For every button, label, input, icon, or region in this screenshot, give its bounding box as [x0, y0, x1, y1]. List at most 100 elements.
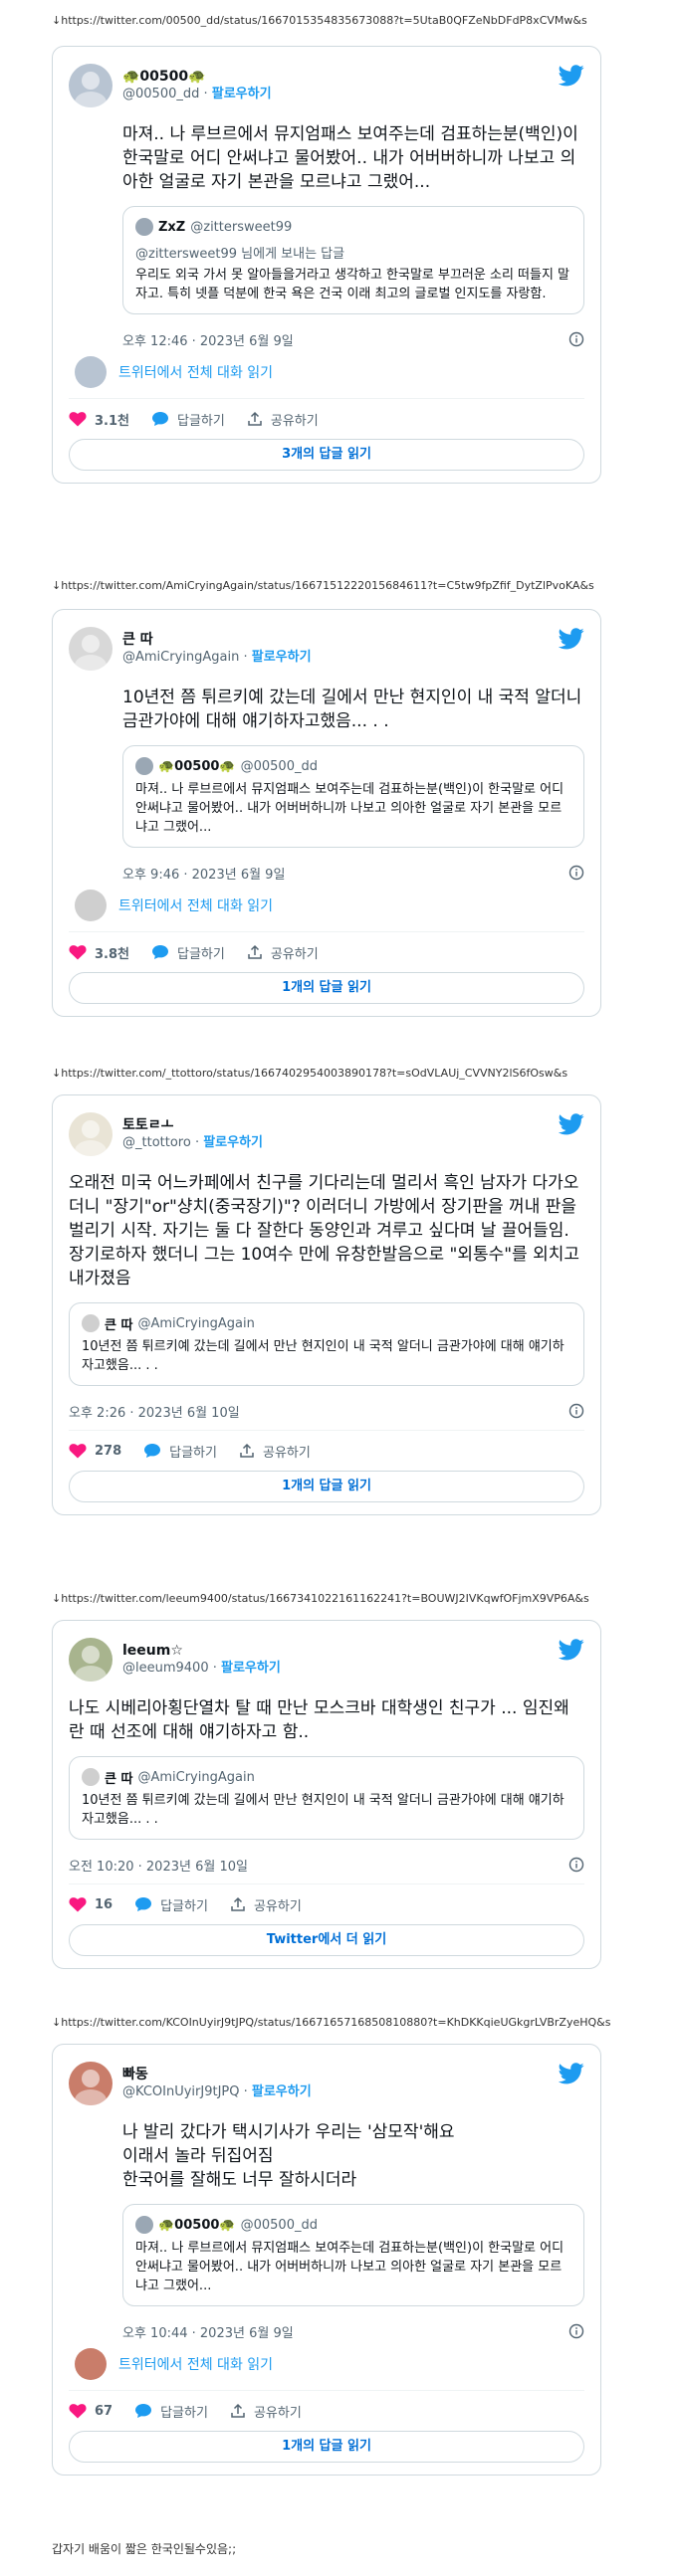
share-button[interactable]: 공유하기 — [239, 1442, 311, 1461]
user-handle[interactable]: @KCOInUyirJ9tJPQ — [122, 2084, 239, 2099]
read-replies-button[interactable]: 1개의 답글 읽기 — [69, 1471, 584, 1502]
tweet-url[interactable]: ↓https://twitter.com/leeum9400/status/16… — [52, 1592, 589, 1605]
avatar[interactable] — [69, 2062, 113, 2105]
reply-bubble-icon — [152, 412, 168, 426]
twitter-bird-icon[interactable] — [559, 628, 584, 650]
reply-button[interactable]: 답글하기 — [134, 1895, 208, 1914]
reply-bubble-icon — [152, 945, 168, 959]
tweet-url[interactable]: ↓https://twitter.com/_ttottoro/status/16… — [52, 1067, 567, 1080]
reply-label: 답글하기 — [177, 413, 225, 429]
display-name[interactable]: 큰 따 — [122, 631, 312, 649]
footer-caption: 갑자기 배움이 짧은 한국인될수있음;; — [52, 2542, 237, 2556]
quoted-tweet[interactable]: 큰 따 @AmiCryingAgain 10년전 쯤 튀르키예 갔는데 길에서 만… — [69, 1756, 584, 1840]
tweet-card: 🐢00500🐢 @00500_dd · 팔로우하기 마져.. 나 루브르에서 뮤… — [52, 46, 601, 484]
reply-label: 답글하기 — [169, 1445, 217, 1461]
quoted-text: 마져.. 나 루브르에서 뮤지엄패스 보여주는데 검표하는분(백인)이 한국말로… — [135, 2241, 565, 2293]
tweet-card: 토토ㄹㅗ @_ttottoro · 팔로우하기 오래전 미국 어느카페에서 친구… — [52, 1094, 601, 1515]
twitter-bird-icon[interactable] — [559, 2063, 584, 2084]
read-replies-button[interactable]: 1개의 답글 읽기 — [69, 972, 584, 1004]
user-handle[interactable]: @00500_dd — [122, 87, 199, 101]
user-handle[interactable]: @_ttottoro — [122, 1135, 191, 1150]
like-button[interactable]: 278 — [69, 1443, 121, 1459]
quoted-tweet[interactable]: ZxZ @zittersweet99 @zittersweet99 님에게 보내는… — [122, 206, 584, 314]
quoted-tweet[interactable]: 🐢00500🐢 @00500_dd 마져.. 나 루브르에서 뮤지엄패스 보여주는… — [122, 745, 584, 848]
info-icon[interactable] — [568, 331, 584, 347]
avatar — [135, 757, 153, 775]
display-name[interactable]: leeum☆ — [122, 1642, 281, 1660]
thread-link-label: 트위터에서 전체 대화 읽기 — [118, 898, 274, 914]
share-button[interactable]: 공유하기 — [247, 410, 319, 429]
reply-button[interactable]: 답글하기 — [134, 2402, 208, 2421]
avatar[interactable] — [69, 627, 113, 671]
twitter-bird-icon[interactable] — [559, 65, 584, 87]
read-replies-button[interactable]: 3개의 답글 읽기 — [69, 439, 584, 471]
info-icon[interactable] — [568, 1857, 584, 1873]
share-label: 공유하기 — [253, 2405, 302, 2421]
info-icon[interactable] — [568, 2323, 584, 2339]
share-label: 공유하기 — [270, 413, 319, 429]
follow-button[interactable]: 팔로우하기 — [252, 2084, 312, 2099]
share-icon — [231, 1896, 245, 1911]
like-button[interactable]: 16 — [69, 1896, 113, 1912]
tweet-url[interactable]: ↓https://twitter.com/00500_dd/status/166… — [52, 14, 587, 27]
avatar[interactable] — [69, 64, 113, 107]
timestamp[interactable]: 오전 10:20 · 2023년 6월 10일 — [69, 1856, 248, 1875]
like-button[interactable]: 67 — [69, 2403, 113, 2419]
share-button[interactable]: 공유하기 — [230, 1895, 302, 1914]
quoted-handle: @AmiCryingAgain — [137, 1315, 255, 1331]
share-button[interactable]: 공유하기 — [247, 943, 319, 962]
thread-link-label: 트위터에서 전체 대화 읽기 — [118, 365, 274, 381]
tweet-url[interactable]: ↓https://twitter.com/AmiCryingAgain/stat… — [52, 579, 594, 592]
user-handle[interactable]: @AmiCryingAgain — [122, 650, 239, 665]
tweet-text: 마져.. 나 루브르에서 뮤지엄패스 보여주는데 검표하는분(백인)이 한국말로… — [122, 124, 578, 192]
share-icon — [248, 411, 262, 426]
quoted-handle: @00500_dd — [240, 758, 318, 774]
timestamp[interactable]: 오후 9:46 · 2023년 6월 9일 — [122, 864, 285, 883]
display-name[interactable]: 토토ㄹㅗ — [122, 1116, 263, 1134]
avatar — [75, 356, 107, 388]
read-conversation-link[interactable]: 트위터에서 전체 대화 읽기 — [69, 886, 584, 925]
tweet-text: 오래전 미국 어느카페에서 친구를 기다리는데 멀리서 흑인 남자가 다가오더니… — [69, 1173, 580, 1288]
info-icon[interactable] — [568, 1403, 584, 1419]
timestamp[interactable]: 오후 12:46 · 2023년 6월 9일 — [122, 330, 294, 349]
heart-icon — [69, 1897, 87, 1912]
quoted-tweet[interactable]: 큰 따 @AmiCryingAgain 10년전 쯤 튀르키예 갔는데 길에서 만… — [69, 1302, 584, 1386]
follow-button[interactable]: 팔로우하기 — [212, 87, 272, 101]
display-name[interactable]: 빠동 — [122, 2066, 312, 2083]
read-more-twitter-button[interactable]: Twitter에서 더 읽기 — [69, 1924, 584, 1956]
quoted-handle: @00500_dd — [240, 2217, 318, 2233]
display-name[interactable]: 🐢00500🐢 — [122, 68, 272, 86]
info-icon[interactable] — [568, 865, 584, 881]
timestamp[interactable]: 오후 10:44 · 2023년 6월 9일 — [122, 2322, 294, 2341]
user-handle[interactable]: @leeum9400 — [122, 1661, 209, 1676]
reply-label: 답글하기 — [160, 1898, 208, 1914]
tweet-text: 10년전 쯤 튀르키예 갔는데 길에서 만난 현지인이 내 국적 알더니 금관가… — [122, 688, 582, 731]
quoted-tweet[interactable]: 🐢00500🐢 @00500_dd 마져.. 나 루브르에서 뮤지엄패스 보여주는… — [122, 2204, 584, 2306]
twitter-bird-icon[interactable] — [559, 1113, 584, 1135]
follow-button[interactable]: 팔로우하기 — [252, 650, 312, 665]
tweet-text: 나도 시베리아횡단열차 탈 때 만난 모스크바 대학생인 친구가 ... 임진왜… — [69, 1698, 569, 1742]
reply-label: 답글하기 — [177, 946, 225, 962]
read-conversation-link[interactable]: 트위터에서 전체 대화 읽기 — [69, 2344, 584, 2384]
share-label: 공유하기 — [262, 1445, 311, 1461]
reply-button[interactable]: 답글하기 — [151, 943, 225, 962]
read-replies-button[interactable]: 1개의 답글 읽기 — [69, 2431, 584, 2463]
tweet-url[interactable]: ↓https://twitter.com/KCOInUyirJ9tJPQ/sta… — [52, 2016, 610, 2029]
reply-button[interactable]: 답글하기 — [151, 410, 225, 429]
avatar[interactable] — [69, 1112, 113, 1156]
quoted-handle: @AmiCryingAgain — [137, 1769, 255, 1785]
follow-button[interactable]: 팔로우하기 — [203, 1135, 263, 1150]
share-button[interactable]: 공유하기 — [230, 2402, 302, 2421]
avatar[interactable] — [69, 1638, 113, 1682]
reply-button[interactable]: 답글하기 — [143, 1442, 217, 1461]
like-button[interactable]: 3.8천 — [69, 943, 129, 962]
timestamp[interactable]: 오후 2:26 · 2023년 6월 10일 — [69, 1402, 240, 1421]
twitter-bird-icon[interactable] — [559, 1639, 584, 1661]
follow-button[interactable]: 팔로우하기 — [221, 1661, 281, 1676]
read-conversation-link[interactable]: 트위터에서 전체 대화 읽기 — [69, 352, 584, 392]
quoted-name: 큰 따 — [105, 1317, 133, 1333]
avatar — [82, 1314, 100, 1332]
quoted-handle: @zittersweet99 — [190, 219, 293, 235]
like-count: 67 — [95, 2403, 113, 2419]
like-button[interactable]: 3.1천 — [69, 410, 129, 429]
